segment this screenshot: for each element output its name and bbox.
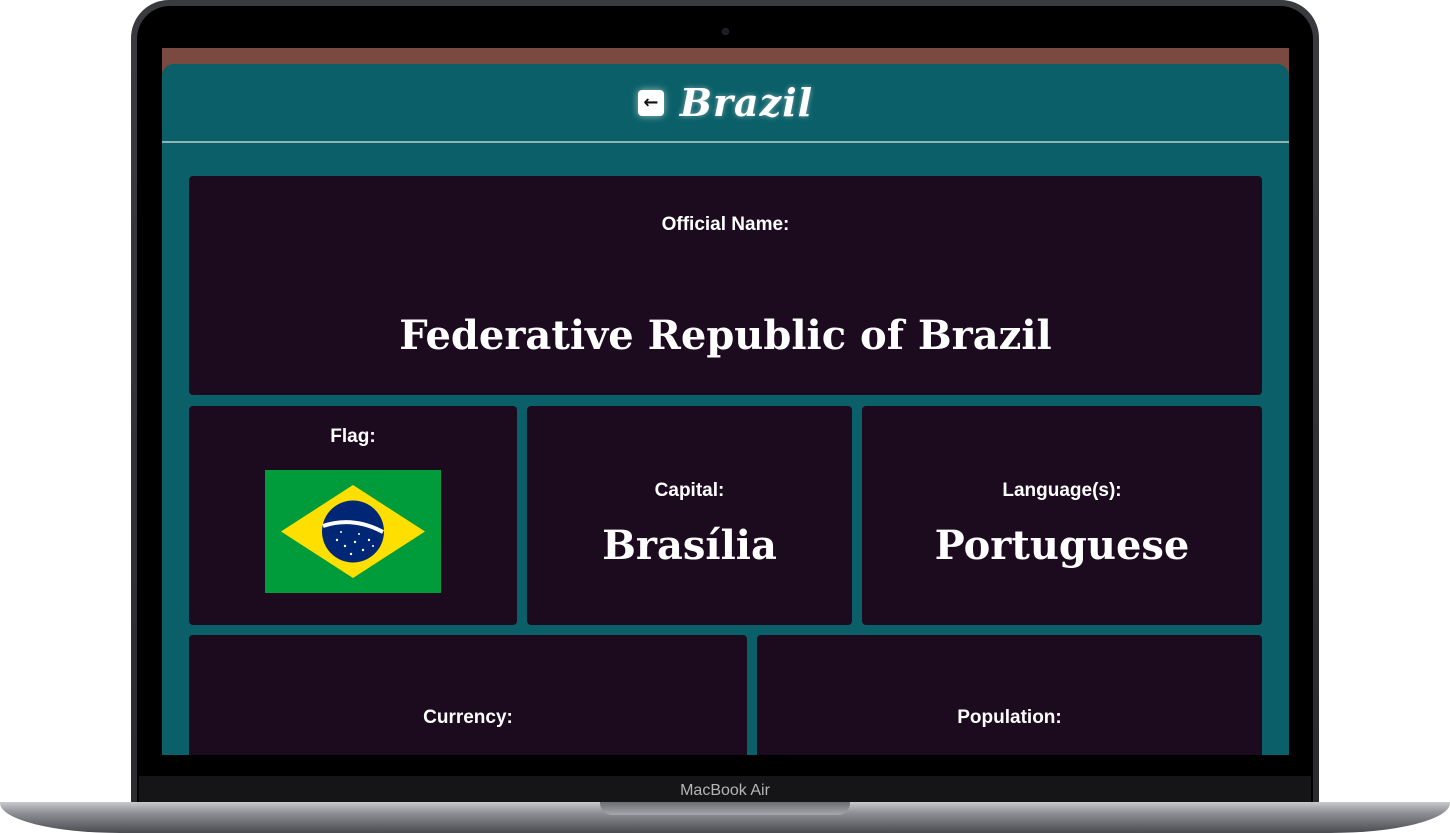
capital-card: Capital: Brasília [527, 406, 852, 625]
brazil-flag-icon [265, 470, 441, 593]
official-name-label: Official Name: [661, 214, 790, 235]
population-card: Population: [757, 635, 1262, 755]
currency-label: Currency: [423, 707, 513, 728]
laptop-mockup: ← Brazil Official Name: Federative Repub… [0, 0, 1450, 833]
capital-value: Brasília [602, 522, 777, 569]
languages-value: Portuguese [934, 522, 1190, 569]
languages-card: Language(s): Portuguese [862, 406, 1262, 625]
capital-label: Capital: [654, 480, 725, 501]
back-button[interactable]: ← [637, 89, 664, 116]
currency-card: Currency: [189, 635, 747, 755]
official-name-card: Official Name: Federative Republic of Br… [189, 176, 1262, 395]
population-label: Population: [957, 707, 1062, 728]
device-label: MacBook Air [680, 782, 770, 799]
laptop-notch [600, 802, 850, 815]
country-detail-page: ← Brazil Official Name: Federative Repub… [162, 64, 1289, 755]
flag-label: Flag: [330, 426, 376, 447]
camera-icon [722, 28, 729, 35]
official-name-value: Federative Republic of Brazil [399, 312, 1052, 359]
screen: ← Brazil Official Name: Federative Repub… [162, 48, 1289, 755]
languages-label: Language(s): [1002, 480, 1122, 501]
page-title: Brazil [679, 80, 814, 125]
flag-card: Flag: [189, 406, 517, 625]
app-header: ← Brazil [162, 64, 1289, 143]
arrow-left-icon: ← [643, 92, 659, 113]
